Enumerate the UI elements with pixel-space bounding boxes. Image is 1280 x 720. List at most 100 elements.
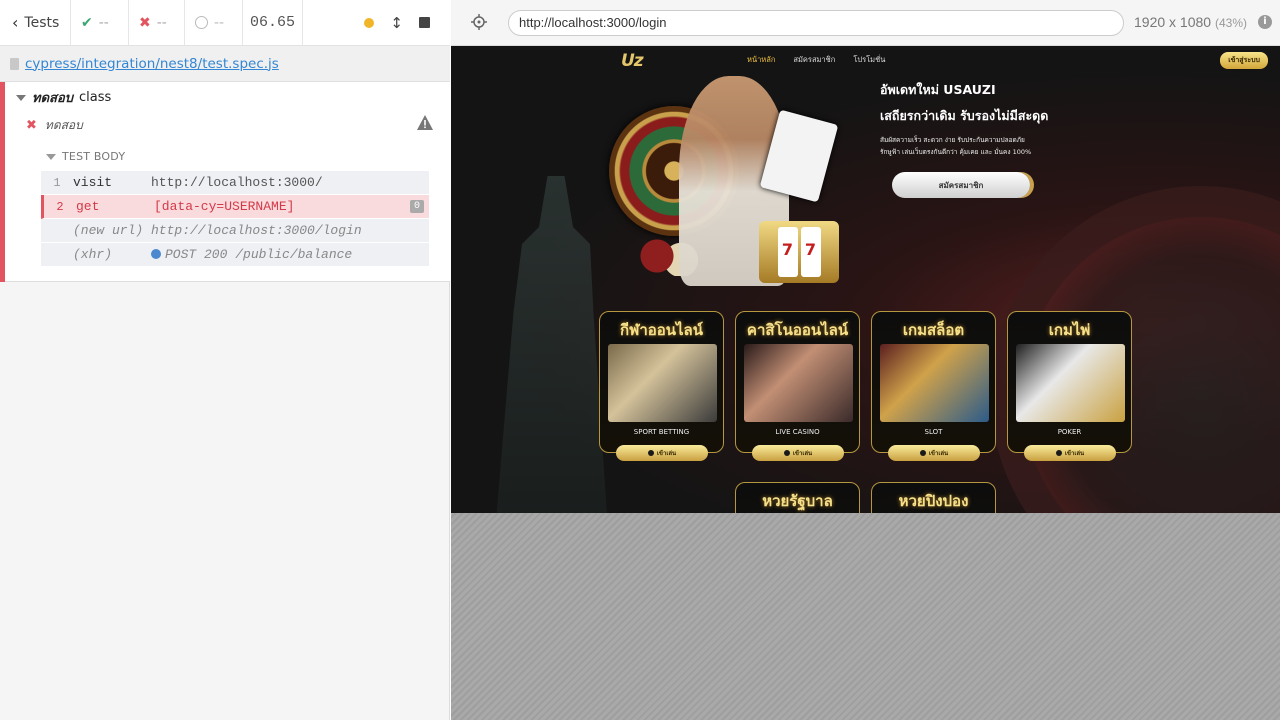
passed-value: -- bbox=[98, 14, 109, 31]
nav-promotion-link[interactable]: โปรโมชั่น bbox=[853, 54, 885, 66]
category-card-slot[interactable]: เกมสล็อต SLOT เข้าเล่น bbox=[871, 311, 996, 461]
command-row-failed[interactable]: 2 get [data-cy=USERNAME] 0 bbox=[41, 195, 429, 219]
command-name: (new url) bbox=[73, 223, 144, 238]
hero-text: อัพเดทใหม่ USAUZI เสถียรกว่าเดิม รับรองไ… bbox=[880, 80, 1048, 158]
command-message: POST 200 /public/balance bbox=[151, 247, 352, 262]
back-label: Tests bbox=[24, 14, 60, 31]
warning-icon bbox=[417, 115, 433, 130]
failed-count: ✖ -- bbox=[129, 0, 185, 45]
pending-value: -- bbox=[214, 14, 225, 31]
test-row[interactable]: ✖ ทดสอบ bbox=[26, 116, 83, 135]
runner-controls: ↕ bbox=[303, 0, 450, 45]
category-title: คาสิโนออนไลน์ bbox=[746, 321, 849, 339]
app-preview-panel: http://localhost:3000/login 1920 x 1080 … bbox=[451, 0, 1280, 720]
pending-count: -- bbox=[185, 0, 243, 45]
x-icon: ✖ bbox=[139, 14, 151, 31]
viewport-zoom: (43%) bbox=[1214, 16, 1247, 30]
category-title: เกมสล็อต bbox=[902, 321, 965, 339]
category-card-lottery-gov[interactable]: หวยรัฐบาล bbox=[735, 482, 860, 513]
site-logo[interactable]: Uz bbox=[621, 51, 644, 71]
site-nav: Uz หน้าหลัก สมัครสมาชิก โปรโมชั่น เข้าสู… bbox=[451, 46, 1280, 74]
spec-file-bar: cypress/integration/nest8/test.spec.js bbox=[0, 46, 450, 82]
command-list: 1 visit http://localhost:3000/ 2 get [da… bbox=[41, 171, 429, 267]
back-to-tests-button[interactable]: ‹ Tests bbox=[0, 0, 71, 45]
nav-register-link[interactable]: สมัครสมาชิก bbox=[793, 54, 835, 66]
category-card-poker[interactable]: เกมไพ่ POKER เข้าเล่น bbox=[1007, 311, 1132, 461]
command-row-event[interactable]: (new url) http://localhost:3000/login bbox=[41, 219, 429, 243]
fail-indicator bbox=[0, 82, 5, 282]
element-count-badge: 0 bbox=[409, 200, 424, 213]
play-label: เข้าเล่น bbox=[792, 450, 813, 457]
command-log-panel: ‹ Tests ✔ -- ✖ -- -- 06.65 ↕ cypress/int… bbox=[0, 0, 450, 720]
duration: 06.65 bbox=[243, 0, 303, 45]
category-label: POKER bbox=[1057, 428, 1082, 436]
register-button[interactable]: สมัครสมาชิก bbox=[892, 172, 1030, 198]
slot-reel: 7 bbox=[777, 227, 798, 277]
command-row[interactable]: 1 visit http://localhost:3000/ bbox=[41, 171, 429, 195]
slot-reel: 7 bbox=[800, 227, 821, 277]
login-button[interactable]: เข้าสู่ระบบ bbox=[1220, 52, 1268, 69]
category-title: หวยรัฐบาล bbox=[762, 492, 833, 510]
category-image bbox=[608, 344, 717, 422]
play-dot-icon bbox=[647, 450, 654, 456]
failed-value: -- bbox=[156, 14, 167, 31]
category-card-sport[interactable]: กีฬาออนไลน์ SPORT BETTING เข้าเล่น bbox=[599, 311, 724, 461]
info-icon[interactable]: i bbox=[1258, 15, 1272, 29]
caret-down-icon bbox=[46, 153, 56, 160]
spec-path-link[interactable]: cypress/integration/nest8/test.spec.js bbox=[25, 56, 279, 72]
category-title: กีฬาออนไลน์ bbox=[619, 321, 704, 339]
play-button[interactable]: เข้าเล่น bbox=[1024, 445, 1116, 461]
auto-scroll-icon[interactable]: ↕ bbox=[390, 14, 403, 32]
viewport-size: 1920 x 1080 (43%) bbox=[1134, 14, 1247, 30]
running-status-icon bbox=[364, 17, 375, 28]
file-icon bbox=[10, 57, 19, 70]
stop-icon[interactable] bbox=[419, 17, 430, 28]
play-dot-icon bbox=[1055, 450, 1062, 456]
check-icon: ✔ bbox=[81, 14, 93, 31]
aut-header: http://localhost:3000/login 1920 x 1080 … bbox=[451, 0, 1280, 46]
hero-line-1: สัมผัสความเร็ว สะดวก ง่าย รับประกันความป… bbox=[880, 136, 1025, 144]
category-card-lottery-pingpong[interactable]: หวยปิงปอง bbox=[871, 482, 996, 513]
play-button[interactable]: เข้าเล่น bbox=[888, 445, 980, 461]
category-image bbox=[880, 344, 989, 422]
command-name: visit bbox=[73, 175, 113, 190]
hero-title: อัพเดทใหม่ USAUZI bbox=[880, 82, 996, 97]
nav-home-link[interactable]: หน้าหลัก bbox=[747, 54, 775, 66]
test-body-label: TEST BODY bbox=[62, 150, 126, 163]
fail-x-icon: ✖ bbox=[26, 118, 37, 133]
command-message: [data-cy=USERNAME] bbox=[154, 199, 295, 214]
play-dot-icon bbox=[783, 450, 790, 456]
command-number: 1 bbox=[53, 175, 61, 190]
play-label: เข้าเล่น bbox=[656, 450, 677, 457]
caret-down-icon bbox=[16, 94, 26, 101]
test-tree: ทดสอบ class ✖ ทดสอบ TEST BODY 1 visit ht… bbox=[0, 82, 450, 282]
xhr-message: POST 200 /public/balance bbox=[165, 247, 353, 262]
hero-image: 7 7 bbox=[609, 76, 859, 286]
suite-title-class: class bbox=[79, 90, 112, 105]
suite-row[interactable]: ทดสอบ class bbox=[16, 87, 111, 108]
category-image bbox=[1016, 344, 1125, 422]
test-title: ทดสอบ bbox=[44, 118, 83, 132]
play-button[interactable]: เข้าเล่น bbox=[752, 445, 844, 461]
category-label: SLOT bbox=[924, 428, 943, 436]
nav-links: หน้าหลัก สมัครสมาชิก โปรโมชั่น bbox=[747, 54, 885, 66]
category-title: หวยปิงปอง bbox=[898, 492, 969, 510]
slot-machine-image: 7 7 bbox=[759, 221, 839, 283]
passed-count: ✔ -- bbox=[71, 0, 129, 45]
chevron-left-icon: ‹ bbox=[12, 13, 19, 32]
play-label: เข้าเล่น bbox=[1064, 450, 1085, 457]
command-row-event[interactable]: (xhr) POST 200 /public/balance bbox=[41, 243, 429, 267]
hero-subtitle: เสถียรกว่าเดิม รับรองไม่มีสะดุด bbox=[880, 108, 1049, 123]
xhr-status-icon bbox=[151, 249, 161, 259]
play-label: เข้าเล่น bbox=[928, 450, 949, 457]
play-dot-icon bbox=[919, 450, 926, 456]
url-input[interactable]: http://localhost:3000/login bbox=[508, 10, 1124, 36]
command-message: http://localhost:3000/ bbox=[151, 175, 323, 190]
command-message: http://localhost:3000/login bbox=[151, 223, 362, 238]
test-body-header[interactable]: TEST BODY bbox=[46, 150, 125, 163]
play-button[interactable]: เข้าเล่น bbox=[616, 445, 708, 461]
category-image bbox=[744, 344, 853, 422]
selector-playground-icon[interactable] bbox=[471, 14, 487, 30]
command-number: 2 bbox=[56, 199, 64, 214]
category-card-casino[interactable]: คาสิโนออนไลน์ LIVE CASINO เข้าเล่น bbox=[735, 311, 860, 461]
